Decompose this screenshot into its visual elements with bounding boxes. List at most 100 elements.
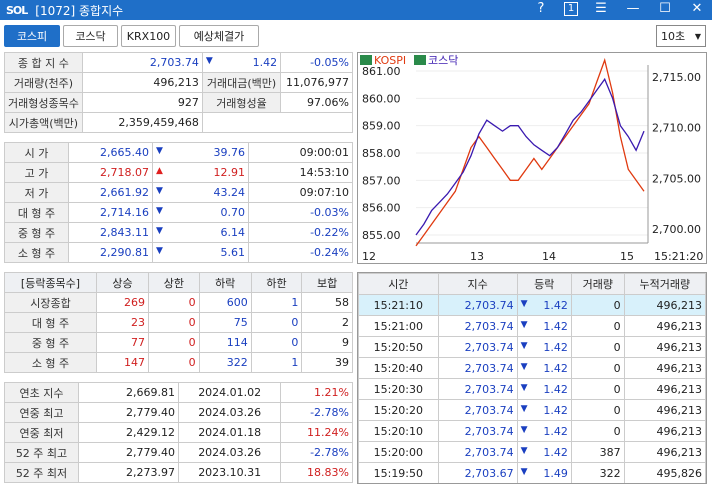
- label-small-cap: 소 형 주: [4, 242, 69, 263]
- left-tick-label: 860.00: [362, 92, 401, 105]
- label-large-cap: 대 형 주: [4, 202, 69, 223]
- breadth-header-label: [등락종목수]: [4, 272, 97, 293]
- composite-change: ▼ 1.42: [201, 52, 282, 73]
- table-row[interactable]: 15:21:00 2,703.74 ▼ 1.42 0 496,213: [358, 315, 706, 337]
- tab-kosdaq[interactable]: 코스닥: [63, 25, 118, 47]
- table-row[interactable]: 15:20:30 2,703.74 ▼ 1.42 0 496,213: [358, 378, 706, 400]
- breadth-header-lower: 하한: [250, 272, 303, 293]
- large-cap-rate: -0.03%: [248, 202, 353, 223]
- breadth-table: [등락종목수] 상승 상한 하락 하한 보합 시장종합 269 0 600 1 58 대 …: [4, 272, 353, 373]
- breadth-header-upper: 상한: [148, 272, 200, 293]
- tick-header-volume: 거래량: [570, 273, 625, 295]
- large-cap-value: 2,714.16: [68, 202, 153, 223]
- table-row: 대 형 주 23 0 75 0 2: [4, 312, 353, 333]
- mid-cap-value: 2,843.11: [68, 222, 153, 243]
- left-tick-label: 861.00: [362, 65, 401, 78]
- chevron-down-icon: ▼: [694, 31, 701, 41]
- left-tick-label: 857.00: [362, 174, 401, 187]
- low-value: 2,661.92: [68, 182, 153, 203]
- left-tick-label: 856.00: [362, 202, 401, 215]
- down-arrow-icon: ▼: [520, 382, 528, 393]
- right-tick-label: 2,715.00: [652, 71, 701, 84]
- open-value: 2,665.40: [68, 142, 153, 163]
- table-row: 소 형 주 147 0 322 1 39: [4, 352, 353, 373]
- table-row: 연초 지수 2,669.81 2024.01.02 1.21%: [4, 382, 353, 403]
- screen-number-button[interactable]: 1: [564, 1, 578, 16]
- high-time: 14:53:10: [248, 162, 353, 183]
- down-arrow-icon: ▼: [156, 186, 163, 196]
- high-value: 2,718.07: [68, 162, 153, 183]
- amount-value: 11,076,977: [280, 72, 353, 93]
- low-time: 09:07:10: [248, 182, 353, 203]
- table-row: 연중 최고 2,779.40 2024.03.26 -2.78%: [4, 402, 353, 423]
- table-row: 52 주 최고 2,779.40 2024.03.26 -2.78%: [4, 442, 353, 463]
- label-mid-cap: 중 형 주: [4, 222, 69, 243]
- table-row[interactable]: 15:21:10 2,703.74 ▼ 1.42 0 496,213: [358, 294, 706, 316]
- app-logo: SOL: [6, 3, 28, 17]
- table-row[interactable]: 15:20:20 2,703.74 ▼ 1.42 0 496,213: [358, 399, 706, 421]
- tick-table[interactable]: 시간 지수 등락 거래량 누적거래량 15:21:10 2,703.74 ▼ 1.…: [357, 272, 707, 484]
- tab-expected[interactable]: 예상체결가: [179, 25, 259, 47]
- table-row[interactable]: 15:20:10 2,703.74 ▼ 1.42 0 496,213: [358, 420, 706, 442]
- open-time: 09:00:01: [248, 142, 353, 163]
- down-arrow-icon: ▼: [156, 246, 163, 256]
- close-button[interactable]: ✕: [688, 1, 706, 16]
- label-traded-count: 거래형성종목수: [4, 92, 83, 113]
- records-table: 연초 지수 2,669.81 2024.01.02 1.21% 연중 최고 2,779.…: [4, 382, 353, 483]
- window-title: [1072] 종합지수: [35, 3, 124, 18]
- right-tick-label: 2,705.00: [652, 172, 701, 185]
- volume-value: 496,213: [81, 72, 203, 93]
- down-arrow-icon: ▼: [520, 361, 528, 372]
- tab-krx100[interactable]: KRX100: [121, 25, 176, 47]
- label-market-cap: 시가총액(백만): [4, 112, 83, 133]
- x-tick-label: 12: [362, 250, 376, 263]
- down-arrow-icon: ▼: [156, 146, 163, 156]
- minimize-button[interactable]: —: [624, 1, 642, 16]
- market-cap-value: 2,359,459,468: [81, 112, 203, 133]
- down-arrow-icon: ▼: [520, 319, 528, 330]
- help-button[interactable]: ?: [532, 1, 550, 16]
- small-cap-value: 2,290.81: [68, 242, 153, 263]
- interval-select[interactable]: 10초 ▼: [656, 25, 706, 47]
- table-row[interactable]: 15:20:00 2,703.74 ▼ 1.42 387 496,213: [358, 441, 706, 463]
- tab-kospi[interactable]: 코스피: [4, 25, 60, 47]
- intraday-chart: KOSPI 코스닥 861.00 860.00 859.00 858.00 857.00…: [357, 52, 707, 264]
- breadth-header-up: 상승: [95, 272, 150, 293]
- x-tick-label: 15:21:20: [654, 250, 703, 263]
- table-row[interactable]: 15:20:40 2,703.74 ▼ 1.42 0 496,213: [358, 357, 706, 379]
- tick-header-time: 시간: [358, 273, 439, 295]
- table-row: 중 형 주 77 0 114 0 9: [4, 332, 353, 353]
- menu-icon[interactable]: ☰: [592, 1, 610, 16]
- table-row[interactable]: 15:19:50 2,703.67 ▼ 1.49 322 495,826: [358, 462, 706, 483]
- chart-svg: KOSPI 코스닥 861.00860.00859.00858.00857.00…: [360, 54, 703, 263]
- table-row[interactable]: 15:20:50 2,703.74 ▼ 1.42 0 496,213: [358, 336, 706, 358]
- down-arrow-icon: ▼: [205, 56, 213, 66]
- down-arrow-icon: ▼: [520, 424, 528, 435]
- composite-rate: -0.05%: [280, 52, 353, 73]
- x-tick-label: 15: [620, 250, 634, 263]
- legend-kosdaq-icon: [414, 55, 426, 65]
- down-arrow-icon: ▼: [520, 298, 528, 309]
- table-row: 시장종합 269 0 600 1 58: [4, 292, 353, 313]
- label-traded-rate: 거래형성율: [201, 92, 282, 113]
- small-cap-rate: -0.24%: [248, 242, 353, 263]
- title-bar: SOL [1072] 종합지수 ? 1 ☰ — ☐ ✕: [0, 0, 712, 20]
- breadth-header-flat: 보합: [301, 272, 353, 293]
- down-arrow-icon: ▼: [156, 206, 163, 216]
- label-high: 고 가: [4, 162, 69, 183]
- summary-table: 종 합 지 수 2,703.74 ▼ 1.42 -0.05% 거래량(천주) 49…: [4, 52, 354, 133]
- maximize-button[interactable]: ☐: [656, 1, 674, 16]
- left-tick-label: 858.00: [362, 147, 401, 160]
- mid-cap-rate: -0.22%: [248, 222, 353, 243]
- right-tick-label: 2,710.00: [652, 122, 701, 135]
- interval-value: 10초: [661, 30, 686, 43]
- up-arrow-icon: ▲: [156, 166, 163, 176]
- legend-kospi-icon: [360, 55, 372, 65]
- tick-header-index: 지수: [437, 273, 518, 295]
- price-table: 시 가 2,665.40 ▼ 39.76 09:00:01 고 가 2,718.07 ▲ 12…: [4, 142, 353, 263]
- composite-value: 2,703.74: [81, 52, 203, 73]
- down-arrow-icon: ▼: [156, 226, 163, 236]
- label-composite: 종 합 지 수: [4, 52, 83, 73]
- down-arrow-icon: ▼: [520, 445, 528, 456]
- down-arrow-icon: ▼: [520, 466, 528, 477]
